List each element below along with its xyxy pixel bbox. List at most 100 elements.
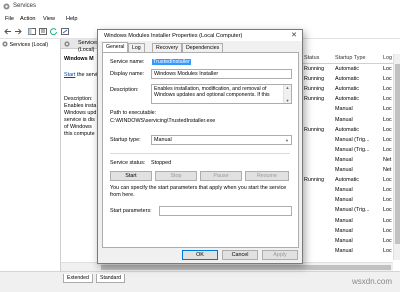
table-row[interactable]: Manual Loc bbox=[301, 216, 393, 226]
table-row[interactable]: Manual (Trig... Loc bbox=[301, 145, 393, 155]
table-row[interactable]: Manual Loc bbox=[301, 115, 393, 125]
table-cell-startup: Manual bbox=[335, 167, 353, 173]
tab-extended[interactable]: Extended bbox=[63, 274, 93, 283]
startup-type-select[interactable]: Manual ▼ bbox=[151, 135, 292, 145]
table-row[interactable]: Manual Loc bbox=[301, 185, 393, 195]
table-cell-log: Loc bbox=[383, 247, 392, 254]
table-row[interactable]: Running Automatic Loc bbox=[301, 175, 393, 185]
table-cell-log: Loc bbox=[383, 187, 392, 194]
column-status[interactable]: Status bbox=[304, 55, 319, 61]
tree-item-services-local[interactable]: Services (Local) bbox=[2, 41, 48, 48]
selected-service-name: Windows M bbox=[64, 56, 94, 62]
scrollbar-thumb[interactable] bbox=[101, 264, 391, 270]
table-cell-startup: Manual bbox=[335, 217, 353, 224]
service-status-label: Service status: bbox=[110, 160, 146, 166]
bottom-tab-bar: Extended Standard wsxdn.com bbox=[0, 271, 400, 292]
back-arrow-icon[interactable] bbox=[4, 28, 12, 35]
services-gear-icon bbox=[2, 41, 8, 47]
tab-dependencies[interactable]: Dependencies bbox=[182, 43, 224, 52]
tree-item-label: Services (Local) bbox=[9, 42, 49, 48]
menu-help[interactable]: Help bbox=[66, 16, 78, 22]
table-row[interactable]: Manual Loc bbox=[301, 104, 393, 114]
table-cell-log: Loc bbox=[383, 86, 392, 93]
properties-dialog: Windows Modules Installer Properties (Lo… bbox=[97, 29, 303, 264]
table-cell-log: Loc bbox=[383, 177, 392, 184]
pause-button[interactable]: Pause bbox=[200, 171, 242, 181]
scrollbar-thumb[interactable] bbox=[395, 64, 400, 244]
table-cell-startup: Manual bbox=[335, 116, 353, 123]
console-tree-icon[interactable] bbox=[28, 28, 36, 35]
service-description-pane: Services (Local) Windows M Start the ser… bbox=[61, 39, 101, 271]
description-line: Enables insta bbox=[64, 103, 97, 109]
table-cell-log: Loc bbox=[383, 66, 392, 72]
table-row[interactable]: Running Automatic Loc bbox=[301, 74, 393, 84]
start-params-label: Start parameters: bbox=[110, 208, 152, 214]
table-row[interactable]: Running Automatic Loc bbox=[301, 64, 393, 74]
table-row[interactable]: Manual Loc bbox=[301, 226, 393, 236]
startup-type-label: Startup type: bbox=[110, 137, 141, 143]
ok-button[interactable]: OK bbox=[182, 250, 218, 260]
tab-log-on[interactable]: Log On bbox=[128, 43, 145, 59]
cancel-button[interactable]: Cancel bbox=[222, 250, 258, 260]
table-row[interactable]: Running Automatic Loc bbox=[301, 94, 393, 104]
start-params-input[interactable] bbox=[159, 206, 292, 216]
table-cell-status: Running bbox=[304, 126, 325, 133]
start-button[interactable]: Start bbox=[110, 171, 152, 181]
refresh-icon[interactable] bbox=[50, 28, 58, 35]
display-name-label: Display name: bbox=[110, 71, 145, 77]
table-cell-status: Running bbox=[304, 96, 325, 103]
column-log-on-as[interactable]: Log bbox=[383, 55, 392, 61]
display-name-field[interactable]: Windows Modules Installer bbox=[151, 69, 292, 79]
start-service-link[interactable]: Start bbox=[64, 72, 75, 79]
separator bbox=[110, 153, 290, 154]
description-line: Windows upd bbox=[64, 110, 97, 116]
table-row[interactable]: Manual Loc bbox=[301, 195, 393, 205]
scroll-down-icon[interactable]: ▼ bbox=[286, 98, 290, 103]
menu-action[interactable]: Action bbox=[20, 16, 36, 22]
table-cell-startup: Manual bbox=[335, 227, 353, 234]
table-cell-startup: Manual (Trig... bbox=[335, 146, 370, 153]
table-row[interactable]: Running Automatic Loc bbox=[301, 84, 393, 94]
start-params-hint: You can specify the start parameters tha… bbox=[110, 185, 287, 198]
table-row[interactable]: Manual Loc bbox=[301, 236, 393, 246]
table-cell-log: Loc bbox=[383, 207, 392, 214]
service-name-value[interactable]: TrustedInstaller bbox=[152, 59, 191, 65]
dialog-title: Windows Modules Installer Properties (Lo… bbox=[104, 32, 243, 39]
service-name-label: Service name: bbox=[110, 59, 145, 65]
properties-icon[interactable] bbox=[39, 28, 47, 35]
window-title: Services bbox=[13, 3, 37, 9]
description-label: Description: bbox=[64, 96, 93, 102]
table-cell-log: Loc bbox=[383, 227, 392, 234]
stop-button[interactable]: Stop bbox=[155, 171, 197, 181]
table-cell-startup: Manual bbox=[335, 156, 353, 163]
table-row[interactable]: Manual Net bbox=[301, 165, 393, 175]
tab-standard[interactable]: Standard bbox=[96, 274, 126, 283]
menu-bar: File Action View Help bbox=[0, 13, 400, 25]
close-icon[interactable]: ✕ bbox=[291, 31, 297, 39]
export-icon[interactable] bbox=[61, 28, 69, 35]
table-cell-startup: Manual bbox=[335, 247, 353, 254]
table-row[interactable]: Manual (Trig... Loc bbox=[301, 135, 393, 145]
description-scrollbar[interactable]: ▲ ▼ bbox=[283, 85, 291, 103]
table-cell-log: Net bbox=[383, 167, 392, 173]
table-cell-log: Loc bbox=[383, 96, 392, 103]
table-row[interactable]: Manual Loc bbox=[301, 246, 393, 256]
grid-vertical-scrollbar[interactable] bbox=[393, 54, 400, 260]
menu-file[interactable]: File bbox=[5, 16, 14, 22]
description-field[interactable]: Enables installation, modification, and … bbox=[151, 84, 292, 104]
table-row[interactable]: Manual (Trig... Loc bbox=[301, 205, 393, 215]
description-line: of Windows bbox=[64, 124, 92, 130]
table-row[interactable]: Manual Net bbox=[301, 155, 393, 165]
table-cell-startup: Automatic bbox=[335, 76, 359, 83]
tab-recovery[interactable]: Recovery bbox=[152, 43, 182, 52]
apply-button[interactable]: Apply bbox=[262, 250, 298, 260]
forward-arrow-icon[interactable] bbox=[14, 28, 22, 35]
menu-view[interactable]: View bbox=[43, 16, 55, 22]
scroll-up-icon[interactable]: ▲ bbox=[286, 85, 290, 90]
table-cell-log: Loc bbox=[383, 116, 392, 123]
resume-button[interactable]: Resume bbox=[245, 171, 289, 181]
tab-general[interactable]: General bbox=[102, 42, 129, 52]
table-row[interactable]: Running Automatic Loc bbox=[301, 125, 393, 135]
description-label: Description: bbox=[110, 87, 139, 93]
column-startup-type[interactable]: Startup Type bbox=[335, 55, 365, 61]
